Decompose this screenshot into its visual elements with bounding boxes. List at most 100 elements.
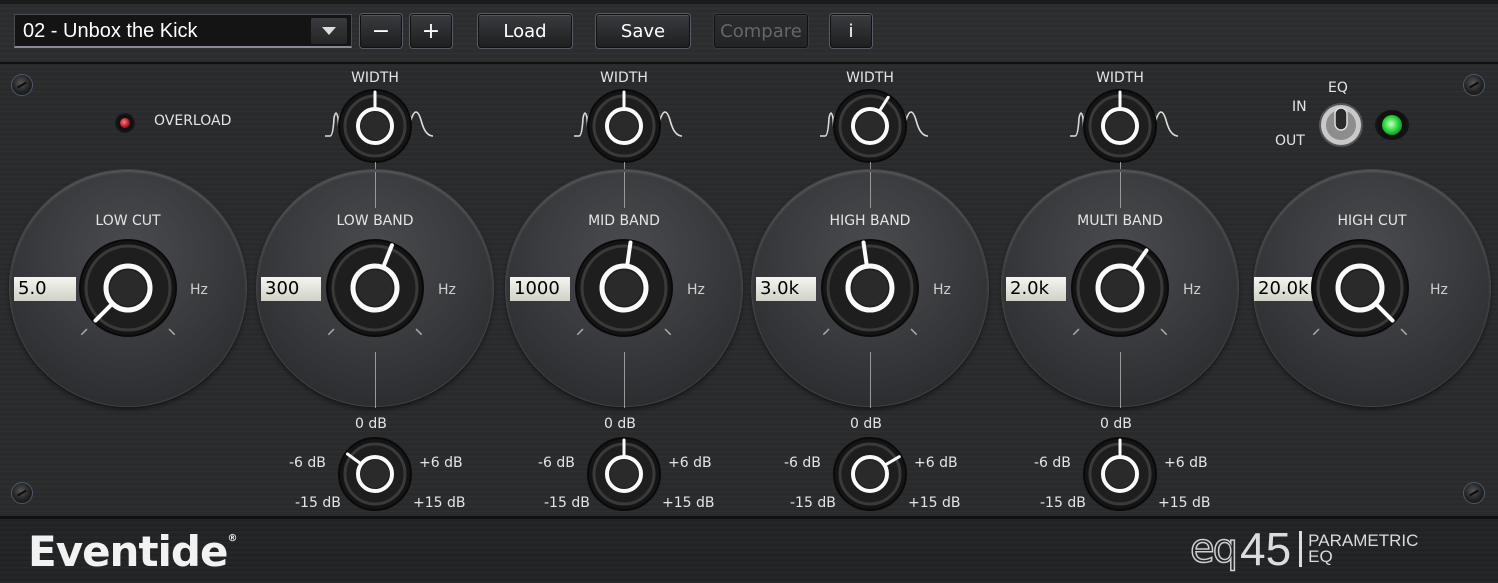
gain-plus6-label: +6 dB xyxy=(668,455,712,471)
width-label: WIDTH xyxy=(600,70,648,86)
band-frequency-knob[interactable] xyxy=(574,238,674,348)
width-knob[interactable] xyxy=(832,86,908,166)
gain-minus15-label: -15 dB xyxy=(1040,495,1086,511)
band-gain-knob[interactable] xyxy=(1082,434,1158,514)
width-label: WIDTH xyxy=(351,70,399,86)
band-label: HIGH BAND xyxy=(829,213,911,229)
band-frequency-readout[interactable]: 300 xyxy=(261,277,321,301)
compare-button[interactable]: Compare xyxy=(714,14,808,48)
gain-minus6-label: -6 dB xyxy=(1034,455,1071,471)
range-tick xyxy=(910,328,918,336)
preset-selector[interactable]: 02 - Unbox the Kick xyxy=(14,14,352,48)
gain-plus15-label: +15 dB xyxy=(413,495,466,511)
high-cut-unit: Hz xyxy=(1430,282,1448,298)
gain-plus15-label: +15 dB xyxy=(1158,495,1211,511)
connector-line xyxy=(624,352,625,408)
width-knob[interactable] xyxy=(337,86,413,166)
connector-line xyxy=(1120,352,1121,408)
screw-icon xyxy=(1463,482,1485,504)
gain-minus15-label: -15 dB xyxy=(295,495,341,511)
gain-zero-label: 0 dB xyxy=(355,416,387,432)
range-tick xyxy=(327,328,335,336)
width-knob[interactable] xyxy=(586,86,662,166)
product-logo: eq 45 PARAMETRIC EQ xyxy=(1189,523,1418,575)
gain-plus6-label: +6 dB xyxy=(914,455,958,471)
gain-minus6-label: -6 dB xyxy=(289,455,326,471)
band-frequency-knob[interactable] xyxy=(820,238,920,348)
low-cut-unit: Hz xyxy=(190,282,208,298)
eq-active-led-icon xyxy=(1382,115,1402,135)
eq-in-label: IN xyxy=(1292,99,1307,115)
range-tick xyxy=(1312,328,1320,336)
gain-zero-label: 0 dB xyxy=(850,416,882,432)
band-gain-knob[interactable] xyxy=(337,434,413,514)
range-tick xyxy=(822,328,830,336)
knob-cap xyxy=(361,460,389,488)
connector-line xyxy=(870,352,871,408)
band-label: MULTI BAND xyxy=(1077,213,1163,229)
toolbar: 02 - Unbox the Kick − + Load Save Compar… xyxy=(0,0,1498,64)
knob-cap xyxy=(606,270,642,306)
screw-icon xyxy=(11,74,33,96)
screw-icon xyxy=(11,482,33,504)
gain-minus6-label: -6 dB xyxy=(538,455,575,471)
product-eq: eq xyxy=(1189,525,1239,573)
load-button[interactable]: Load xyxy=(478,14,572,48)
band-frequency-readout[interactable]: 1000 xyxy=(510,277,570,301)
knob-cap xyxy=(856,112,884,140)
eq-switch-title: EQ xyxy=(1328,80,1348,96)
connector-line xyxy=(870,172,871,208)
band-label: LOW BAND xyxy=(336,213,414,229)
next-preset-button[interactable]: + xyxy=(410,14,452,48)
connector-line xyxy=(375,172,376,208)
range-tick xyxy=(168,328,176,336)
range-tick xyxy=(1160,328,1168,336)
eventide-logo: Eventide® xyxy=(28,527,237,576)
low-cut-label: LOW CUT xyxy=(95,213,161,229)
high-cut-knob[interactable] xyxy=(1310,238,1410,348)
toggle-lever-icon xyxy=(1334,107,1348,131)
range-tick xyxy=(80,328,88,336)
gain-plus15-label: +15 dB xyxy=(908,495,961,511)
range-tick xyxy=(1072,328,1080,336)
knob-cap xyxy=(610,460,638,488)
band-unit: Hz xyxy=(1183,282,1201,298)
gain-plus6-label: +6 dB xyxy=(1164,455,1208,471)
gain-minus15-label: -15 dB xyxy=(544,495,590,511)
screw-icon xyxy=(1463,74,1485,96)
knob-cap xyxy=(610,112,638,140)
band-frequency-knob[interactable] xyxy=(1070,238,1170,348)
low-cut-knob[interactable] xyxy=(78,238,178,348)
previous-preset-button[interactable]: − xyxy=(360,14,402,48)
registered-mark: ® xyxy=(227,533,237,544)
band-gain-knob[interactable] xyxy=(586,434,662,514)
connector-line xyxy=(375,352,376,408)
knob-cap xyxy=(856,460,884,488)
band-frequency-readout[interactable]: 3.0k xyxy=(756,277,816,301)
product-number: 45 xyxy=(1240,523,1292,575)
product-divider xyxy=(1299,531,1303,567)
knob-cap xyxy=(1106,112,1134,140)
preset-dropdown-button[interactable] xyxy=(311,18,347,44)
band-unit: Hz xyxy=(933,282,951,298)
save-button[interactable]: Save xyxy=(596,14,690,48)
knob-cap xyxy=(1102,270,1138,306)
knob-cap xyxy=(1106,460,1134,488)
eq-led-bezel xyxy=(1375,110,1409,140)
width-knob[interactable] xyxy=(1082,86,1158,166)
knob-cap xyxy=(361,112,389,140)
low-cut-readout[interactable]: 5.0 xyxy=(14,277,76,301)
overload-led-bezel xyxy=(115,113,135,133)
band-unit: Hz xyxy=(687,282,705,298)
gain-minus15-label: -15 dB xyxy=(790,495,836,511)
range-tick xyxy=(576,328,584,336)
band-label: MID BAND xyxy=(588,213,660,229)
width-label: WIDTH xyxy=(846,70,894,86)
band-frequency-knob[interactable] xyxy=(325,238,425,348)
info-button[interactable]: i xyxy=(830,14,872,48)
high-cut-label: HIGH CUT xyxy=(1337,213,1407,229)
band-gain-knob[interactable] xyxy=(832,434,908,514)
high-cut-readout[interactable]: 20.0k xyxy=(1254,277,1318,301)
eq-bypass-toggle[interactable] xyxy=(1316,102,1366,148)
band-frequency-readout[interactable]: 2.0k xyxy=(1006,277,1066,301)
